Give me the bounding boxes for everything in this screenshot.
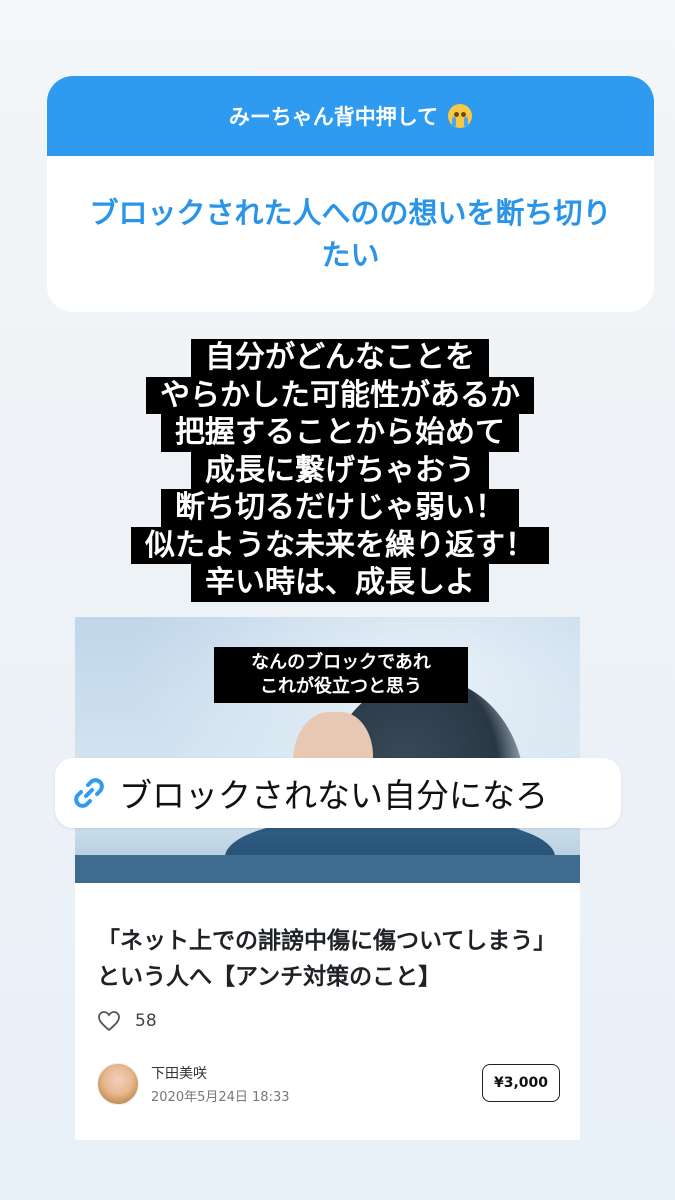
likes-count: 58	[135, 1011, 157, 1031]
message-line: 辛い時は、成長しよ	[191, 564, 489, 602]
heart-icon[interactable]	[97, 1010, 121, 1032]
link-sticker-text[interactable]: ブロックされない自分になろ	[119, 769, 548, 817]
question-header: みーちゃん背中押して	[47, 76, 654, 156]
author-name[interactable]: 下田美咲	[151, 1063, 290, 1083]
story-message: 自分がどんなことを やらかした可能性があるか 把握することから始めて 成長に繋げ…	[120, 339, 560, 602]
message-line: 把握することから始めて	[161, 414, 519, 452]
likes: 58	[97, 1010, 157, 1032]
thumbnail-caption-line: なんのブロックであれ	[251, 652, 431, 673]
price-button[interactable]: ¥3,000	[482, 1064, 560, 1102]
publish-date: 2020年5月24日 18:33	[151, 1090, 290, 1105]
article-title[interactable]: 「ネット上での誹謗中傷に傷ついてしまう」という人へ【アンチ対策のこと】	[97, 923, 567, 995]
question-sticker: みーちゃん背中押して ブロックされた人へのの想いを断ち切りたい	[47, 76, 654, 312]
thumbnail-caption-line: これが役立つと思う	[260, 676, 422, 697]
message-line: 成長に繋げちゃおう	[191, 451, 489, 489]
article-card[interactable]: なんのブロックであれ これが役立つと思う 「ネット上での誹謗中傷に傷ついてしまう…	[75, 617, 580, 1140]
message-line: 似たような未来を繰り返す！	[131, 526, 549, 564]
link-icon	[74, 778, 104, 808]
question-header-text: みーちゃん背中押して	[228, 105, 439, 129]
avatar[interactable]	[97, 1063, 139, 1105]
article-thumbnail: なんのブロックであれ これが役立つと思う	[75, 617, 580, 883]
link-sticker[interactable]: ブロックされない自分になろ	[55, 758, 621, 828]
thumbnail-caption: なんのブロックであれ これが役立つと思う	[214, 647, 468, 703]
message-line: 断ち切るだけじゃ弱い！	[161, 489, 519, 527]
message-line: やらかした可能性があるか	[146, 376, 534, 414]
crying-face-icon	[448, 104, 473, 128]
question-text: ブロックされた人へのの想いを断ち切りたい	[89, 196, 612, 272]
message-line: 自分がどんなことを	[191, 339, 489, 377]
author[interactable]: 下田美咲 2020年5月24日 18:33	[97, 1063, 290, 1105]
